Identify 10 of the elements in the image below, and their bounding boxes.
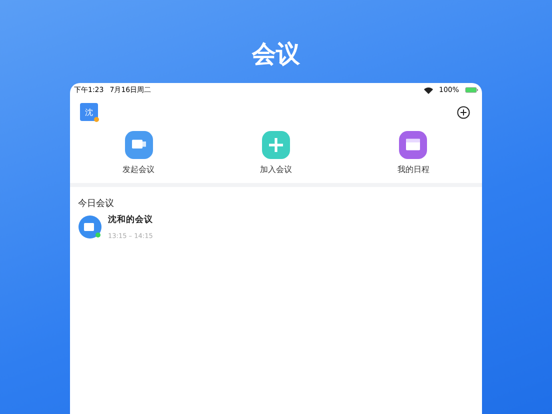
action-button[interactable]: 加入会议 (240, 131, 312, 175)
action-button[interactable]: 发起会议 (102, 131, 175, 175)
section-title: 今日会议 (77, 198, 115, 211)
wifi-icon (424, 86, 433, 94)
battery-icon (465, 87, 478, 93)
meeting-title: 沈和的会议 (108, 214, 153, 226)
video-icon (78, 215, 102, 239)
action-button[interactable]: 我的日程 (377, 131, 450, 175)
add-icon[interactable] (457, 106, 470, 118)
page-title: 会议 (250, 39, 301, 70)
